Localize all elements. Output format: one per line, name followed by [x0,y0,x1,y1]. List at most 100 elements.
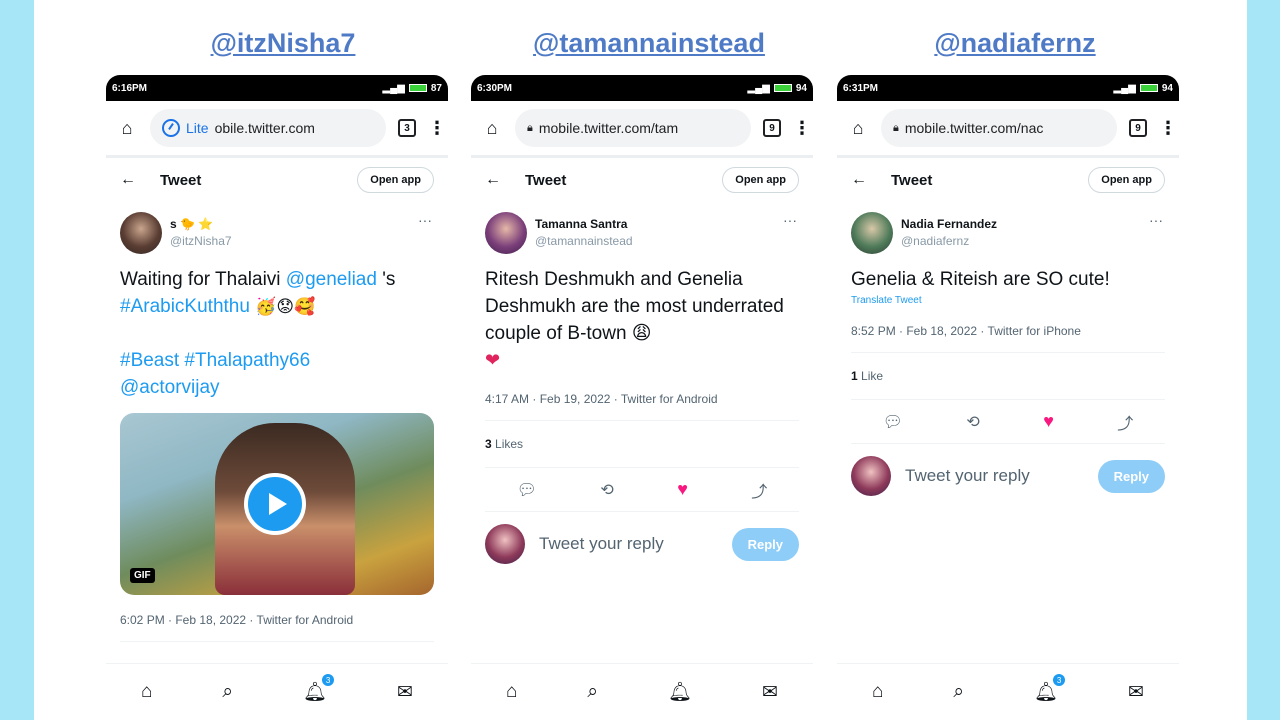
tweet-timestamp: 6:02 PM · Feb 18, 2022 · Twitter for And… [120,595,434,642]
more-options-icon[interactable]: ··· [783,212,797,228]
likes-count[interactable]: 1 Like [851,353,1165,400]
battery-level: 87 [430,82,442,94]
tweet-actions: 💬︎ ⟲ ♥ ⤴ [851,400,1165,444]
tweet-text: Waiting for Thalaivi @geneliad 's #Arabi… [106,254,448,401]
page-title: Tweet [891,171,933,189]
reply-icon[interactable]: 💬︎ [517,480,537,500]
search-icon[interactable]: ⌕ [587,681,598,703]
tab-switcher-icon[interactable]: 9 [1129,119,1147,137]
avatar[interactable] [120,212,162,254]
reply-icon[interactable]: 💬︎ [883,412,903,432]
status-time: 6:16PM [112,82,148,94]
more-menu-icon[interactable]: ⋮ [428,118,446,139]
home-icon[interactable]: ⌂ [141,681,152,703]
tweet-text-part: Waiting for Thalaivi [120,269,286,290]
translate-tweet-link[interactable]: Translate Tweet [837,293,1179,306]
messages-icon[interactable]: ✉ [762,681,778,704]
avatar[interactable] [485,212,527,254]
retweet-icon[interactable]: ⟲ [966,412,979,432]
signal-icon: ▂▄▆ [1113,82,1136,94]
search-icon[interactable]: ⌕ [953,681,964,703]
search-icon[interactable]: ⌕ [222,681,233,703]
back-arrow-icon[interactable]: ← [851,171,867,189]
lite-label: Lite [186,120,209,136]
address-bar[interactable]: Lite obile.twitter.com [150,109,386,147]
tweet-text-part: 's [376,269,396,290]
tweet-timestamp: 8:52 PM · Feb 18, 2022 · Twitter for iPh… [851,306,1165,353]
share-icon[interactable]: ⤴ [1117,410,1133,434]
gif-media[interactable]: GIF [120,413,434,595]
lock-icon: 🔒︎ [893,121,899,134]
battery-icon [773,84,792,92]
tweet-author: Nadia Fernandez @nadiafernz ··· [837,202,1179,254]
mention-link[interactable]: @geneliad [286,269,377,290]
author-handle[interactable]: @tamannainstead [535,233,633,250]
notifications-icon[interactable]: 🔔︎ 3 [303,674,335,704]
author-handle[interactable]: @nadiafernz [901,233,997,250]
battery-icon [408,84,427,92]
reply-input[interactable]: Tweet your reply [539,534,718,554]
tab-switcher-icon[interactable]: 9 [763,119,781,137]
home-icon[interactable]: ⌂ [847,118,869,139]
home-icon[interactable]: ⌂ [872,681,883,703]
author-display-name[interactable]: Tamanna Santra [535,216,633,233]
tweet-header: ← Tweet Open app [106,158,448,202]
address-bar[interactable]: 🔒︎ mobile.twitter.com/tam [515,109,751,147]
back-arrow-icon[interactable]: ← [120,171,136,189]
reply-input[interactable]: Tweet your reply [905,466,1084,486]
status-bar: 6:31PM ▂▄▆ 94 [837,75,1179,101]
home-icon[interactable]: ⌂ [116,118,138,139]
more-menu-icon[interactable]: ⋮ [793,118,811,139]
bottom-nav: ⌂ ⌕ 🔔︎ 3 ✉ [837,663,1179,720]
tweet-header: ← Tweet Open app [471,158,813,202]
hashtag-link[interactable]: #Beast #Thalapathy66 [120,350,310,371]
mention-link[interactable]: @actorvijay [120,377,220,398]
tweet-text-body: Ritesh Deshmukh and Genelia Deshmukh are… [485,269,784,344]
home-icon[interactable]: ⌂ [506,681,517,703]
author-display-name[interactable]: Nadia Fernandez [901,216,997,233]
tweet-author: s 🐤 ⭐ @itzNisha7 ··· [106,202,448,254]
likes-number: 1 [851,369,858,383]
address-bar[interactable]: 🔒︎ mobile.twitter.com/nac [881,109,1117,147]
tweet-actions: 💬︎ ⟲ ♥ ⤴ [485,468,799,512]
play-icon[interactable] [244,473,306,535]
url-text: obile.twitter.com [214,120,315,136]
reply-composer: Tweet your reply Reply [837,444,1179,508]
battery-level: 94 [1161,82,1173,94]
tab-switcher-icon[interactable]: 3 [398,119,416,137]
share-icon[interactable]: ⤴ [751,478,767,502]
reply-button[interactable]: Reply [731,527,799,561]
reply-button[interactable]: Reply [1097,459,1165,493]
notifications-icon[interactable]: 🔔︎ [668,680,692,704]
more-options-icon[interactable]: ··· [418,212,432,228]
likes-label: Likes [491,437,524,451]
more-options-icon[interactable]: ··· [1149,212,1163,228]
home-icon[interactable]: ⌂ [481,118,503,139]
signal-icon: ▂▄▆ [382,82,405,94]
open-app-button[interactable]: Open app [722,167,799,193]
phone-screenshot-2: 6:30PM ▂▄▆ 94 ⌂ 🔒︎ mobile.twitter.com/tam… [471,75,813,720]
back-arrow-icon[interactable]: ← [485,171,501,189]
author-handle[interactable]: @itzNisha7 [170,233,232,250]
panel-3-handle-title: @nadiafernz [934,28,1096,58]
open-app-button[interactable]: Open app [1088,167,1165,193]
likes-count[interactable]: 3 Likes [485,421,799,468]
notification-badge: 3 [1053,674,1066,686]
messages-icon[interactable]: ✉ [397,681,413,704]
tweet-author: Tamanna Santra @tamannainstead ··· [471,202,813,254]
messages-icon[interactable]: ✉ [1128,681,1144,704]
url-text: mobile.twitter.com/nac [904,120,1044,136]
hashtag-link[interactable]: #ArabicKuththu [120,296,250,317]
open-app-button[interactable]: Open app [357,167,434,193]
status-bar: 6:16PM ▂▄▆ 87 [106,75,448,101]
retweet-icon[interactable]: ⟲ [600,480,613,500]
reply-composer: Tweet your reply Reply [471,512,813,576]
like-icon[interactable]: ♥ [1043,411,1054,432]
author-display-name[interactable]: s 🐤 ⭐ [170,216,232,233]
likes-number: 3 [485,437,492,451]
signal-icon: ▂▄▆ [747,82,770,94]
more-menu-icon[interactable]: ⋮ [1159,118,1177,139]
like-icon[interactable]: ♥ [677,479,688,500]
notifications-icon[interactable]: 🔔︎ 3 [1034,674,1066,704]
avatar[interactable] [851,212,893,254]
